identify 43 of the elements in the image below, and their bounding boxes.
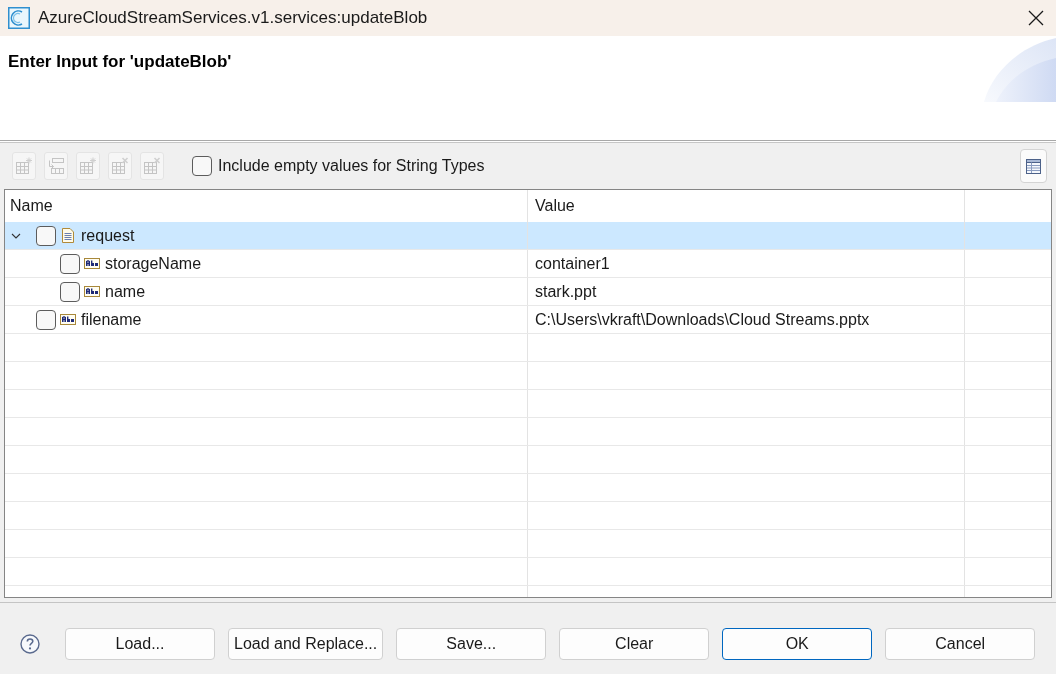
node-name: filename [81,310,142,329]
column-header[interactable]: Value [535,197,575,215]
checkbox[interactable] [192,156,212,176]
dialog-button[interactable]: Cancel [885,627,1036,660]
tree-row[interactable]: filename C:\Users\vkraft\Downloads\Cloud Streams.pptx [5,306,1051,334]
checkbox[interactable] [36,309,56,330]
checkbox[interactable] [60,253,80,274]
grid-cross-icon [143,157,161,175]
grid-cross-icon [111,157,129,175]
text-type-icon [84,258,100,269]
app-icon [8,7,30,29]
window-title: AzureCloudStreamServices.v1.services:updateBlob [38,8,428,28]
grid-sparkle-icon [15,157,33,175]
toolbar-button[interactable] [1020,149,1047,183]
node-name: request [81,226,135,245]
dialog-heading: Enter Input for 'updateBlob' [8,52,232,72]
grid-arrow-icon [47,157,65,175]
grid-sparkle-icon [79,157,97,175]
node-value: C:\Users\vkraft\Downloads\Cloud Streams.pptx [535,310,870,329]
tree-row[interactable]: storageName container1 [5,250,1051,278]
node-name: name [105,282,146,301]
corner-decoration [984,36,1056,102]
dialog-button[interactable]: Load and Replace... [228,627,384,660]
help-button[interactable] [20,633,40,654]
close-icon [1028,10,1044,26]
node-name: storageName [105,254,202,273]
text-type-icon [60,314,76,325]
tree-row[interactable]: name stark.ppt [5,278,1051,306]
checkbox[interactable] [36,225,56,246]
dialog-button[interactable]: Save... [396,627,547,660]
help-icon [20,633,40,654]
dialog-button[interactable]: Load... [65,627,215,660]
document-icon [62,228,74,243]
node-value: stark.ppt [535,282,597,301]
dialog-button[interactable]: Clear [559,627,710,660]
column-header[interactable]: Name [10,197,53,215]
text-type-icon [84,286,100,297]
tree-row[interactable]: request [5,222,1051,250]
checkbox-label: Include empty values for String Types [218,157,485,175]
checkbox[interactable] [60,281,80,302]
table-icon [1026,158,1041,174]
dialog-button[interactable]: OK [722,627,873,660]
node-value: container1 [535,254,610,273]
